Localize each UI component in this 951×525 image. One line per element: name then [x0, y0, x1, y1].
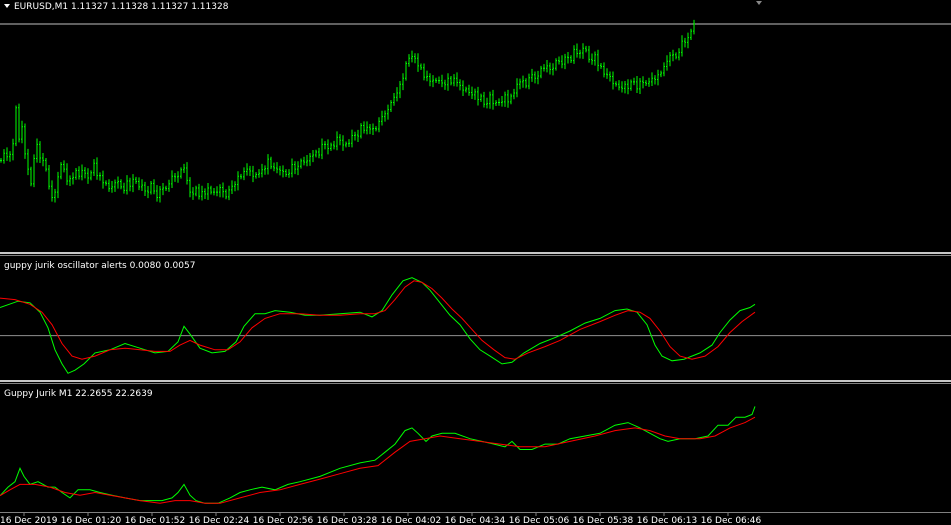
pane-separator-1-shadow — [0, 255, 951, 256]
time-tick-label: 16 Dec 03:28 — [317, 516, 378, 525]
oscillator-pane-title: guppy jurik oscillator alerts 0.0080 0.0… — [4, 261, 195, 271]
time-tick-label: 16 Dec 06:46 — [701, 516, 762, 525]
time-tick-label: 16 Dec 04:34 — [445, 516, 506, 525]
pane-separator-2-shadow — [0, 383, 951, 384]
time-tick-label: 16 Dec 04:02 — [381, 516, 442, 525]
price-pane-title: EURUSD,M1 1.11327 1.11328 1.11327 1.1132… — [14, 2, 229, 12]
time-tick-label: 16 Dec 06:13 — [637, 516, 698, 525]
guppy-jurik-pane-title: Guppy Jurik M1 22.2655 22.2639 — [4, 389, 153, 399]
time-tick-label: 16 Dec 02:56 — [253, 516, 314, 525]
time-tick-label: 16 Dec 2019 — [0, 516, 58, 525]
time-tick-label: 16 Dec 01:52 — [125, 516, 186, 525]
pane-separator-1[interactable] — [0, 252, 951, 254]
time-tick-label: 16 Dec 05:38 — [573, 516, 634, 525]
time-tick-label: 16 Dec 01:20 — [61, 516, 122, 525]
time-axis-line — [0, 512, 951, 513]
time-tick-label: 16 Dec 05:06 — [509, 516, 570, 525]
mt4-chart-window[interactable]: EURUSD,M1 1.11327 1.11328 1.11327 1.1132… — [0, 0, 951, 525]
time-tick-label: 16 Dec 02:24 — [189, 516, 250, 525]
pane-separator-2[interactable] — [0, 380, 951, 382]
